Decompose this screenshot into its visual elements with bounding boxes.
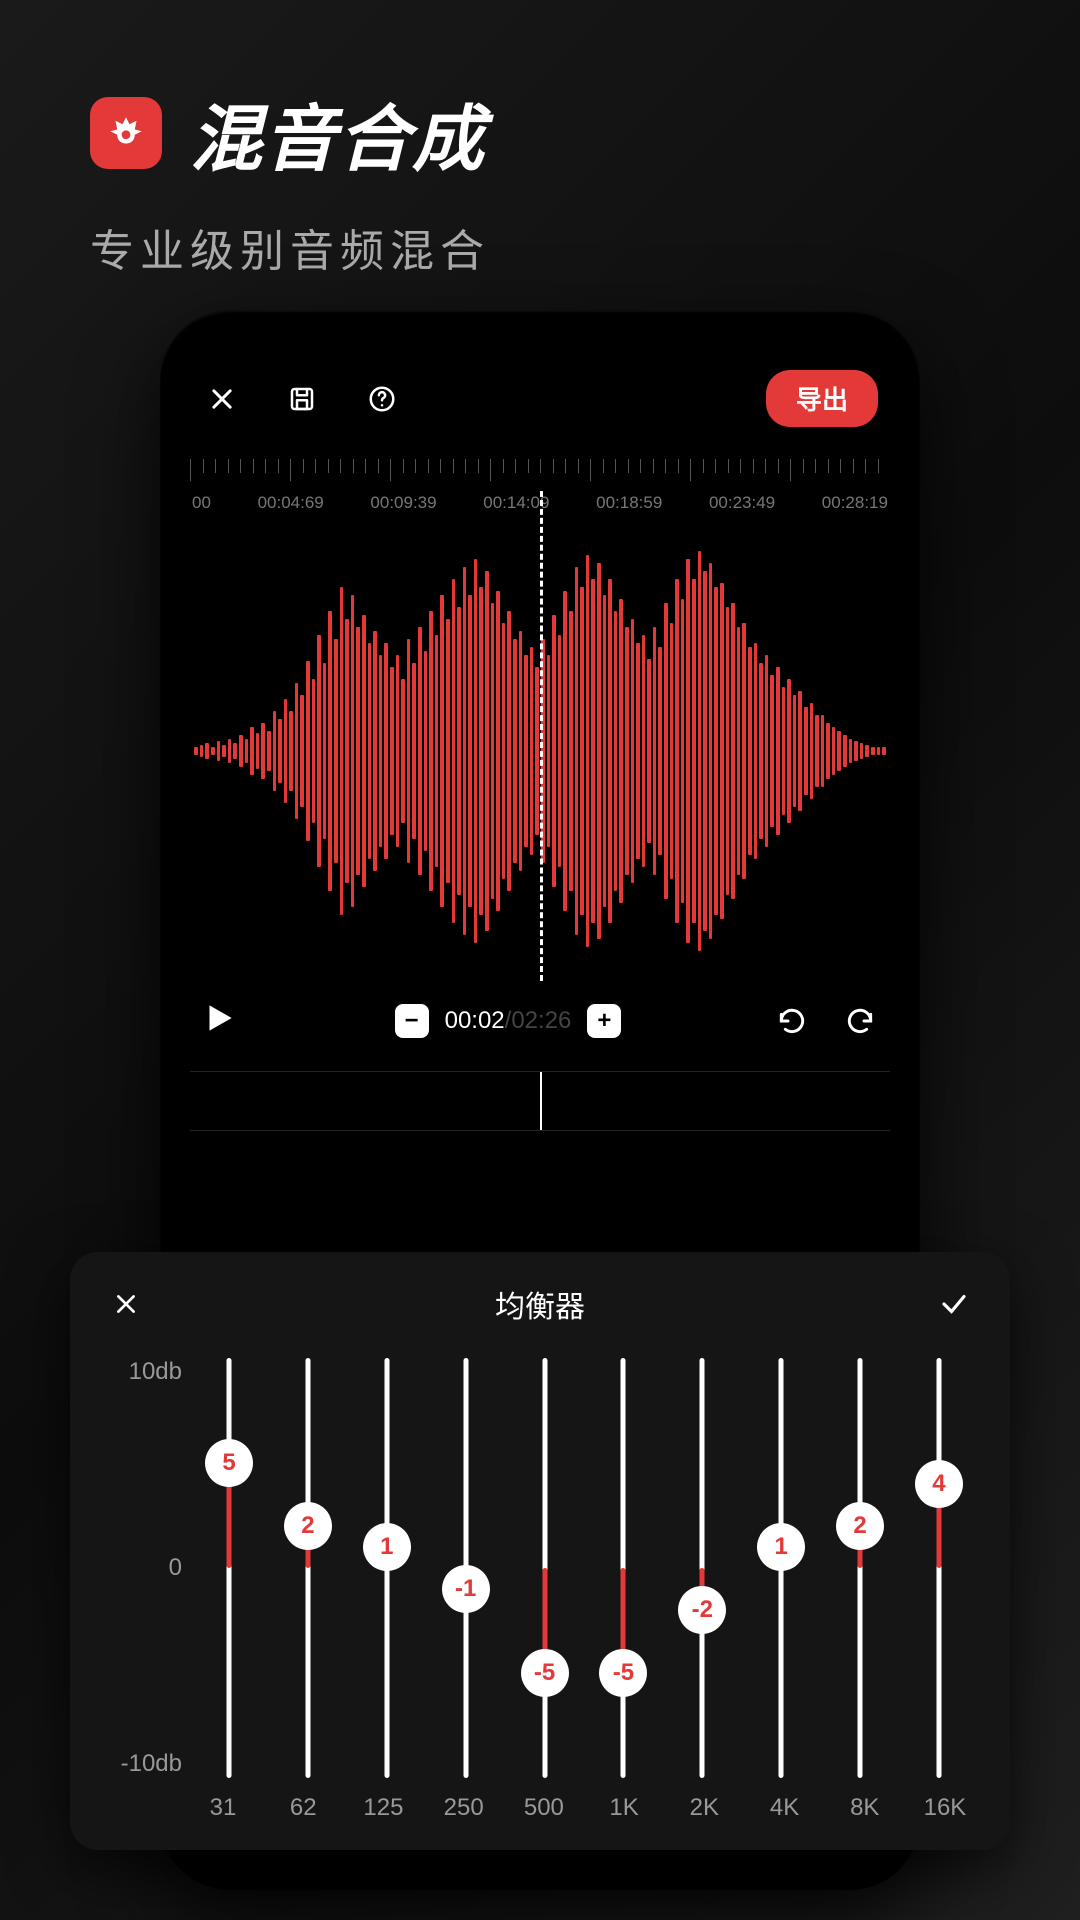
eq-slider[interactable]: 4: [910, 1358, 968, 1778]
time-total: 02:26: [511, 1007, 571, 1034]
eq-thumb[interactable]: 4: [915, 1460, 963, 1508]
step-back-button[interactable]: −: [395, 1004, 429, 1038]
eq-freq-label: 250: [435, 1794, 493, 1822]
eq-y-axis: 10db 0 -10db: [106, 1358, 182, 1778]
help-icon[interactable]: [362, 379, 402, 419]
eq-slider[interactable]: -5: [594, 1358, 652, 1778]
timeline-marker: 00: [192, 493, 211, 513]
timeline-marker: 00:28:19: [822, 493, 888, 513]
eq-thumb[interactable]: 1: [757, 1523, 805, 1571]
step-forward-button[interactable]: +: [587, 1004, 621, 1038]
undo-icon[interactable]: [772, 1001, 812, 1041]
eq-thumb[interactable]: -2: [678, 1586, 726, 1634]
eq-x-axis: 31 62 125 250 500 1K 2K 4K 8K 16K: [106, 1778, 974, 1822]
save-icon[interactable]: [282, 379, 322, 419]
timeline-marker: 00:04:69: [258, 493, 324, 513]
eq-freq-label: 4K: [756, 1794, 814, 1822]
time-current: 00:02: [445, 1007, 505, 1034]
export-button[interactable]: 导出: [766, 370, 878, 427]
eq-confirm-icon[interactable]: [934, 1284, 974, 1324]
equalizer-panel: 均衡器 10db 0 -10db 5 2 1 -1 -5 -5: [70, 1252, 1010, 1850]
eq-title: 均衡器: [495, 1282, 585, 1326]
eq-slider[interactable]: 1: [752, 1358, 810, 1778]
play-button[interactable]: [200, 999, 244, 1043]
eq-freq-label: 62: [274, 1794, 332, 1822]
eq-slider[interactable]: -5: [516, 1358, 574, 1778]
eq-thumb[interactable]: -1: [442, 1565, 490, 1613]
eq-thumb[interactable]: 2: [284, 1502, 332, 1550]
close-icon[interactable]: [202, 379, 242, 419]
eq-freq-label: 500: [515, 1794, 573, 1822]
app-logo-icon: [90, 97, 162, 169]
eq-freq-label: 16K: [916, 1794, 974, 1822]
eq-thumb[interactable]: -5: [521, 1649, 569, 1697]
eq-freq-label: 31: [194, 1794, 252, 1822]
page-title: 混音合成: [190, 80, 486, 185]
eq-slider[interactable]: 5: [200, 1358, 258, 1778]
eq-thumb[interactable]: -5: [599, 1649, 647, 1697]
page-subtitle: 专业级别音频混合: [0, 215, 1080, 279]
playhead-indicator: [540, 491, 543, 981]
track-playhead: [540, 1072, 542, 1130]
eq-slider[interactable]: -2: [673, 1358, 731, 1778]
redo-icon[interactable]: [840, 1001, 880, 1041]
eq-freq-label: 2K: [675, 1794, 733, 1822]
eq-freq-label: 1K: [595, 1794, 653, 1822]
eq-freq-label: 125: [354, 1794, 412, 1822]
eq-slider[interactable]: 2: [831, 1358, 889, 1778]
eq-thumb[interactable]: 5: [205, 1439, 253, 1487]
eq-close-icon[interactable]: [106, 1284, 146, 1324]
eq-thumb[interactable]: 1: [363, 1523, 411, 1571]
timeline-marker: 00:18:59: [596, 493, 662, 513]
timeline-marker: 00:09:39: [370, 493, 436, 513]
eq-slider[interactable]: -1: [437, 1358, 495, 1778]
time-display: 00:02/02:26: [445, 1007, 572, 1035]
waveform-display[interactable]: [190, 531, 890, 971]
eq-slider[interactable]: 2: [279, 1358, 337, 1778]
timeline-ruler[interactable]: [190, 459, 890, 489]
eq-thumb[interactable]: 2: [836, 1502, 884, 1550]
track-lane[interactable]: [190, 1071, 890, 1131]
timeline-marker: 00:23:49: [709, 493, 775, 513]
eq-slider[interactable]: 1: [358, 1358, 416, 1778]
eq-freq-label: 8K: [836, 1794, 894, 1822]
